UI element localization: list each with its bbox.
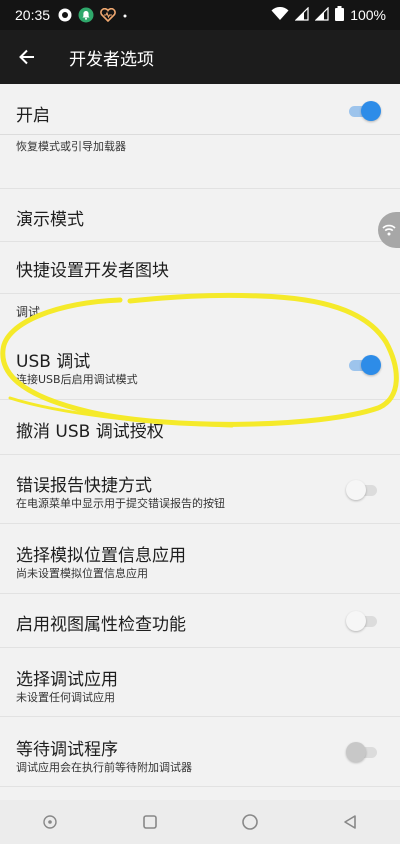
settings-list[interactable]: 开启 恢复模式或引导加载器 演示模式 快捷设置开发者图块 调试 USB 调试 连… [0,84,400,800]
view-attr-switch[interactable] [346,611,380,631]
section-header-debug: 调试 [16,305,41,319]
setting-usb-debug[interactable]: USB 调试 连接USB后启用调试模式 [0,337,400,400]
setting-title: 演示模式 [16,210,84,230]
wifi-icon [382,224,396,236]
setting-enable[interactable]: 开启 [0,84,400,135]
setting-title: 等待调试程序 [16,740,118,760]
app-bar: 开发者选项 [0,30,400,84]
notification-icon [78,7,94,23]
setting-view-attr[interactable]: 启用视图属性检查功能 [0,594,400,648]
setting-mock-location[interactable]: 选择模拟位置信息应用 尚未设置模拟位置信息应用 [0,524,400,594]
setting-title: 开启 [16,106,50,126]
nav-assistant-button[interactable] [30,802,70,842]
wait-debugger-switch[interactable] [346,742,380,762]
setting-bug-report[interactable]: 错误报告快捷方式 在电源菜单中显示用于提交错误报告的按钮 [0,455,400,524]
setting-title: 启用视图属性检查功能 [16,615,186,635]
navigation-bar [0,800,400,844]
setting-summary: 调试应用会在执行前等待附加调试器 [16,761,192,774]
circle-icon [242,814,258,830]
setting-summary: 连接USB后启用调试模式 [16,373,138,386]
battery-icon [335,6,345,24]
setting-title: 错误报告快捷方式 [16,476,152,496]
bug-report-switch[interactable] [346,480,380,500]
setting-wait-debugger[interactable]: 等待调试程序 调试应用会在执行前等待附加调试器 [0,717,400,787]
square-icon [143,815,157,829]
setting-summary: 在电源菜单中显示用于提交错误报告的按钮 [16,497,225,510]
heart-icon [100,8,116,22]
page-title: 开发者选项 [69,49,154,70]
shield-icon [58,8,72,22]
battery-percent: 100% [350,7,386,23]
setting-quick-tiles[interactable]: 快捷设置开发者图块 [0,242,400,294]
target-icon [43,815,57,829]
setting-revoke-usb[interactable]: 撤消 USB 调试授权 [0,400,400,455]
setting-summary: 恢复模式或引导加载器 [16,140,126,153]
wifi-icon [271,6,289,24]
usb-debug-switch[interactable] [348,355,381,375]
setting-title: 快捷设置开发者图块 [16,261,169,281]
setting-title: USB 调试 [16,352,91,372]
enable-switch[interactable] [348,101,381,121]
setting-summary: 未设置任何调试应用 [16,691,115,704]
back-arrow-icon [19,49,34,65]
triangle-back-icon [344,815,356,829]
nav-recents-button[interactable] [130,802,170,842]
dot-icon [122,12,128,18]
status-bar: 20:35 100% [0,0,400,30]
nav-home-button[interactable] [230,802,270,842]
setting-title: 选择调试应用 [16,670,118,690]
status-time: 20:35 [15,7,51,23]
setting-title: 选择模拟位置信息应用 [16,546,186,566]
setting-title: 撤消 USB 调试授权 [16,422,164,442]
setting-recovery-fragment[interactable]: 恢复模式或引导加载器 [0,135,400,189]
back-button[interactable] [0,30,55,84]
signal-icon-2 [314,6,329,24]
setting-debug-app[interactable]: 选择调试应用 未设置任何调试应用 [0,648,400,717]
setting-demo-mode[interactable]: 演示模式 [0,189,400,242]
setting-summary: 尚未设置模拟位置信息应用 [16,567,148,580]
signal-icon [294,6,309,24]
nav-back-button[interactable] [330,802,370,842]
